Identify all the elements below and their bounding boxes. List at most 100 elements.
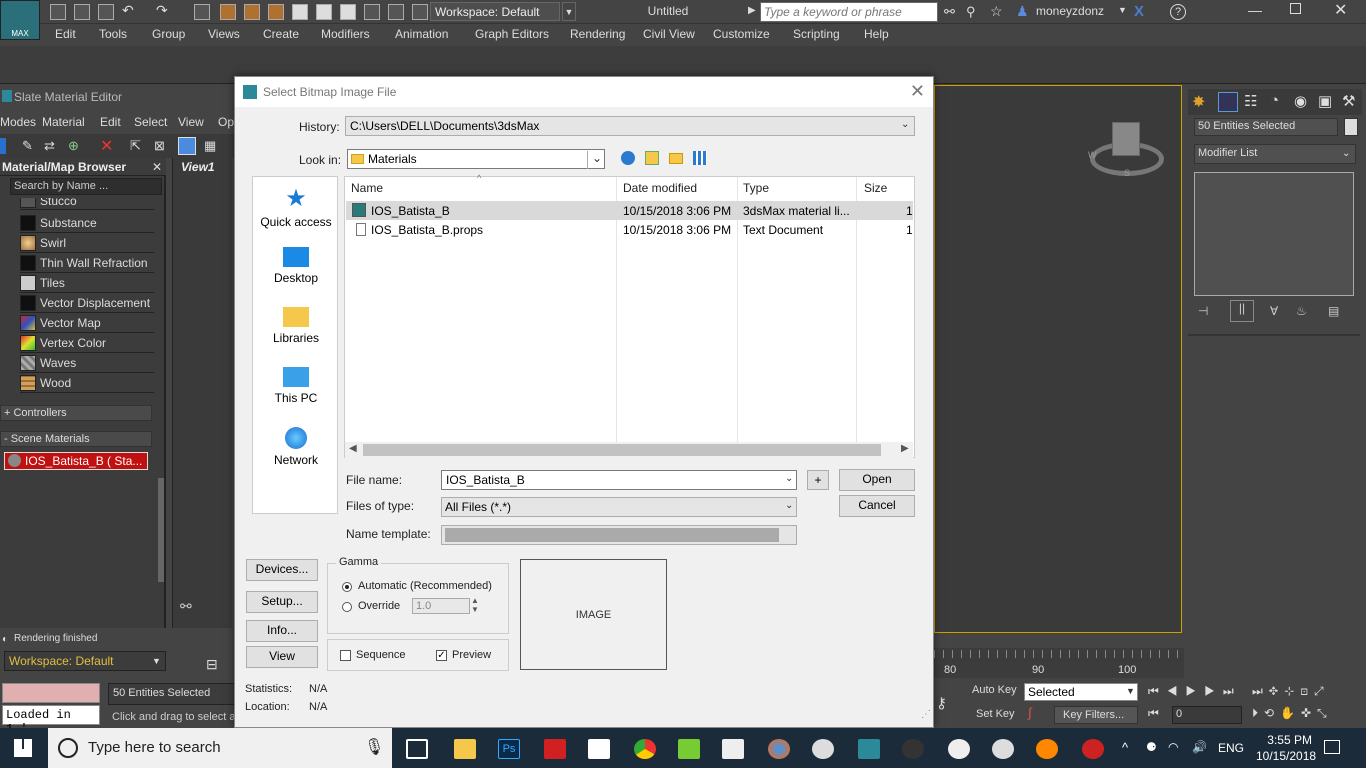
acrobat-icon[interactable]	[722, 739, 744, 759]
scene-material-item[interactable]: IOS_Batista_B ( Sta...	[4, 452, 148, 470]
menu-customize[interactable]: Customize	[713, 27, 770, 41]
app-icon[interactable]	[992, 739, 1014, 759]
tray-app-icon[interactable]: ⚈	[1146, 740, 1157, 754]
menu-help[interactable]: Help	[864, 27, 889, 41]
modify-tab-icon[interactable]	[1218, 92, 1238, 112]
microphone-icon[interactable]: 🎙	[364, 737, 384, 757]
column-name[interactable]: Name	[351, 181, 383, 195]
gamma-override-radio[interactable]	[342, 602, 352, 612]
modifier-stack[interactable]	[1194, 172, 1354, 296]
select-tool-icon[interactable]	[0, 138, 6, 154]
chrome-icon[interactable]	[634, 739, 656, 759]
filezilla-icon[interactable]	[544, 739, 566, 759]
menu-animation[interactable]: Animation	[395, 27, 448, 41]
filename-dropdown-icon[interactable]: ⌄	[785, 473, 793, 484]
assign-material-icon[interactable]: ⊕	[68, 138, 79, 154]
gamma-spinner-icon[interactable]: ▲ ▼	[471, 596, 479, 614]
pin-stack-icon[interactable]: ⊣	[1198, 304, 1208, 318]
camtasia-icon[interactable]	[678, 739, 700, 759]
slate-menu-options[interactable]: Op	[218, 115, 234, 129]
map-item-substance[interactable]: Substance	[20, 214, 154, 233]
maximize-icon[interactable]	[1290, 3, 1301, 14]
modifier-list-dropdown-icon[interactable]: ⌄	[1342, 148, 1350, 159]
scene-materials-section[interactable]: - Scene Materials	[0, 431, 152, 447]
key-selection-select[interactable]: Selected	[1024, 683, 1138, 701]
resize-grip-icon[interactable]: ⋰	[921, 709, 931, 720]
user-icon[interactable]: ♟	[1016, 3, 1030, 19]
scroll-right-icon[interactable]: ▶	[901, 443, 909, 454]
scroll-thumb[interactable]	[363, 444, 881, 456]
remove-modifier-icon[interactable]: ♨	[1296, 304, 1307, 318]
controllers-section[interactable]: + Controllers	[0, 405, 152, 421]
script-output[interactable]: Loaded in 1.'	[2, 705, 100, 736]
viewport-nav-icons[interactable]: ⏭✥⊹⊡⤢	[1252, 684, 1366, 699]
star-icon[interactable]: ☆	[990, 3, 1006, 19]
hide-unused-icon[interactable]: ⊠	[154, 138, 165, 154]
dialog-close-icon[interactable]: ✕	[910, 81, 925, 102]
scroll-left-icon[interactable]: ◀	[349, 443, 357, 454]
object-name-field[interactable]: 50 Entities Selected	[1194, 118, 1338, 136]
task-view-icon[interactable]	[406, 739, 428, 759]
slate-menu-select[interactable]: Select	[134, 115, 167, 129]
navigator-binoculars-icon[interactable]: ⚯	[180, 598, 192, 615]
menu-views[interactable]: Views	[208, 27, 240, 41]
key-filters-button[interactable]: Key Filters...	[1054, 706, 1138, 724]
file-row[interactable]: IOS_Batista_B 10/15/2018 3:06 PM 3dsMax …	[346, 201, 913, 220]
firefox-icon[interactable]	[768, 739, 790, 759]
place-desktop[interactable]: Desktop	[253, 247, 339, 285]
map-item-tiles[interactable]: Tiles	[20, 274, 154, 293]
move-children-icon[interactable]: ⇱	[130, 138, 141, 154]
slate-menu-edit[interactable]: Edit	[100, 115, 121, 129]
utilities-tab-icon[interactable]: ▣	[1318, 92, 1338, 112]
column-date-modified[interactable]: Date modified	[623, 181, 697, 195]
store-icon[interactable]	[588, 739, 610, 759]
close-icon[interactable]: ✕	[1334, 0, 1347, 20]
map-item-waves[interactable]: Waves	[20, 354, 154, 373]
taskbar-search[interactable]: Type here to search 🎙	[48, 728, 392, 768]
layout-icon[interactable]: ⊟	[206, 656, 218, 673]
blender-icon[interactable]	[1036, 739, 1058, 759]
lookin-select[interactable]: Materials	[347, 149, 605, 169]
history-select[interactable]: C:\Users\DELL\Documents\3dsMax	[345, 116, 915, 136]
user-dropdown-icon[interactable]: ▼	[1118, 5, 1127, 15]
unreal-icon[interactable]	[948, 739, 970, 759]
info-button[interactable]: Info...	[246, 620, 318, 642]
view1-panel[interactable]: View1	[172, 158, 232, 628]
delete-icon[interactable]: ✕	[100, 136, 113, 156]
hammer-icon[interactable]: ⚒	[1342, 92, 1362, 112]
windows-start-icon[interactable]	[14, 739, 32, 757]
view-menu-icon[interactable]	[693, 151, 707, 165]
setup-button[interactable]: Setup...	[246, 591, 318, 613]
key-tangent-icon[interactable]: ∫	[1028, 705, 1048, 723]
checker-bg-icon[interactable]	[178, 137, 196, 155]
sequence-checkbox[interactable]	[340, 650, 351, 661]
redo-icon[interactable]: ↷	[156, 2, 172, 18]
bind-spacewarp-icon[interactable]	[244, 4, 260, 20]
menu-civil-view[interactable]: Civil View	[643, 27, 695, 41]
app-icon[interactable]	[1082, 739, 1104, 759]
3dsmax-taskbar-icon[interactable]	[858, 739, 880, 759]
open-file-icon[interactable]	[74, 4, 90, 20]
display-tab-icon[interactable]: ◉	[1294, 92, 1314, 112]
filetype-select[interactable]: All Files (*.*)	[441, 497, 797, 517]
place-this-pc[interactable]: This PC	[253, 367, 339, 405]
language-indicator[interactable]: ENG	[1218, 741, 1244, 755]
undo-icon[interactable]: ↶	[122, 2, 138, 18]
column-size[interactable]: Size	[864, 181, 887, 195]
app-logo[interactable]: MAX	[0, 0, 40, 40]
put-material-icon[interactable]: ⇄	[44, 138, 55, 154]
map-item-vector-map[interactable]: Vector Map	[20, 314, 154, 333]
clock[interactable]: 3:55 PM 10/15/2018	[1256, 732, 1316, 764]
current-frame-input[interactable]: 0	[1172, 706, 1242, 724]
box-icon[interactable]	[364, 4, 380, 20]
auto-key-button[interactable]: Auto Key	[972, 684, 1017, 696]
browser-close-icon[interactable]: ✕	[152, 160, 162, 174]
slate-menu-material[interactable]: Material	[42, 115, 85, 129]
layout-icon[interactable]	[412, 4, 428, 20]
user-name[interactable]: moneyzdonz	[1036, 4, 1104, 18]
exchange-icon[interactable]: X	[1134, 3, 1150, 20]
gamma-auto-radio[interactable]	[342, 582, 352, 592]
file-row[interactable]: IOS_Batista_B.props 10/15/2018 3:06 PM T…	[346, 220, 913, 239]
key-mode-icon[interactable]: ⏮	[1148, 706, 1159, 721]
workspace-bottom-select[interactable]: Workspace: Default	[4, 651, 166, 671]
